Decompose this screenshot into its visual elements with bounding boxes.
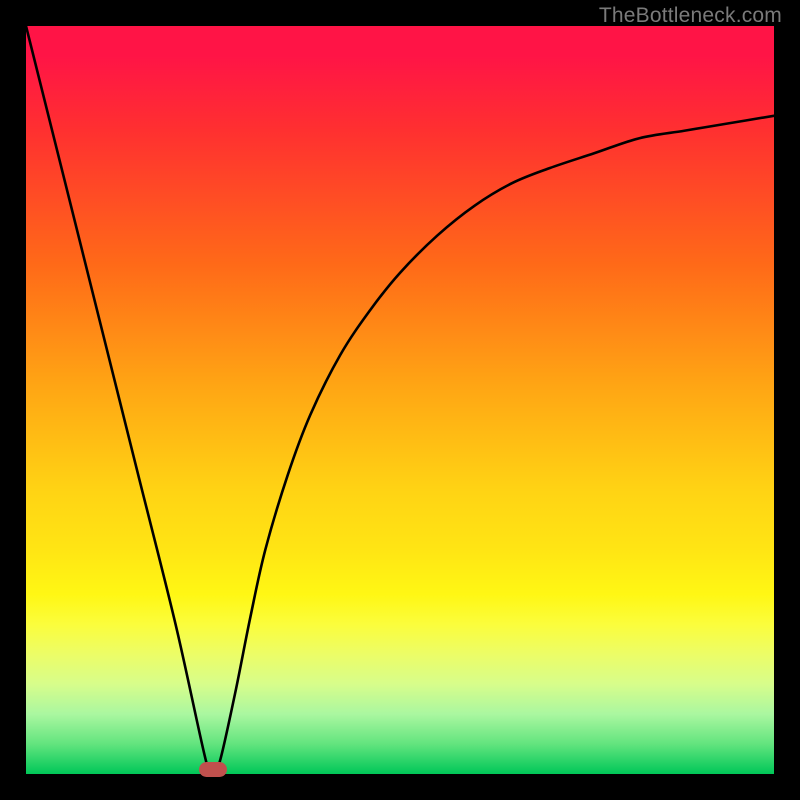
curve-path <box>26 26 774 774</box>
bottleneck-curve <box>26 26 774 774</box>
plot-area <box>26 26 774 774</box>
watermark-text: TheBottleneck.com <box>599 4 782 28</box>
minimum-marker <box>199 762 227 777</box>
chart-stage: TheBottleneck.com <box>0 0 800 800</box>
